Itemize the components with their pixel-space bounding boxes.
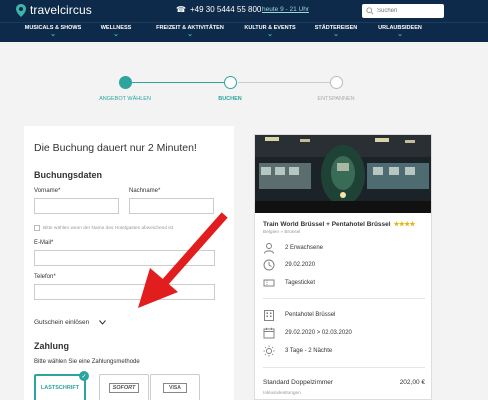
star-rating: ★★★★ xyxy=(393,221,416,228)
calendar-icon xyxy=(263,327,275,339)
date-text: 29.02.2020 xyxy=(285,262,316,268)
hotel-icon xyxy=(264,310,274,321)
stay-row: 29.02.2020 > 02.03.2020 xyxy=(263,327,352,339)
inclusive-services-label: Inklusivleistungen xyxy=(263,391,301,396)
progress-line-done xyxy=(132,82,224,83)
search-icon xyxy=(366,7,374,15)
nights-row: 3 Tage - 2 Nächte xyxy=(263,345,332,357)
top-header: travelcircus ☎ +49 30 5444 55 800 heute … xyxy=(0,0,488,22)
lastname-label: Nachname* xyxy=(129,188,161,194)
offer-location: Belgien » Brüssel xyxy=(263,230,301,235)
chevron-down-icon: ⌄ xyxy=(50,31,56,38)
booking-progress: ANGEBOT WÄHLEN BUCHEN ENTSPANNEN xyxy=(24,60,434,110)
nav-item-freizeit[interactable]: FREIZEIT & AKTIVITÄTEN ⌄ xyxy=(150,25,230,38)
payment-label: LASTSCHRIFT xyxy=(40,385,80,391)
email-label: E-Mail* xyxy=(34,240,54,246)
user-icon xyxy=(264,243,274,254)
nav-item-musicals[interactable]: MUSICALS & SHOWS ⌄ xyxy=(22,25,84,38)
payment-label: SOFORT xyxy=(108,383,140,393)
nav-item-staedtereisen[interactable]: STÄDTEREISEN ⌄ xyxy=(312,25,360,38)
booking-summary-card: Train World Brüssel + Pentahotel Brüssel… xyxy=(254,134,432,400)
train-photo xyxy=(255,135,431,213)
guests-text: 2 Erwachsene xyxy=(285,245,324,251)
payment-option-visa[interactable]: VISA xyxy=(150,374,200,400)
progress-line-pending xyxy=(238,82,330,83)
different-guest-checkbox[interactable] xyxy=(34,225,40,231)
sun-icon xyxy=(263,345,275,357)
voucher-toggle[interactable]: Gutschein einlösen xyxy=(34,319,107,326)
phone-icon: ☎ xyxy=(176,5,186,14)
step-label-entspannen: ENTSPANNEN xyxy=(317,96,355,102)
page-title: Die Buchung dauert nur 2 Minuten! xyxy=(34,142,197,154)
stay-text: 29.02.2020 > 02.03.2020 xyxy=(285,330,352,336)
logo[interactable]: travelcircus xyxy=(16,3,92,17)
nights-text: 3 Tage - 2 Nächte xyxy=(285,348,333,354)
guests-row: 2 Erwachsene xyxy=(263,242,323,254)
payment-hint: Bitte wählen Sie eine Zahlungsmethode xyxy=(34,359,140,365)
price-row: Standard Doppelzimmer 202,00 € xyxy=(263,379,425,386)
phone-label: Telefon* xyxy=(34,274,56,280)
divider xyxy=(263,367,425,368)
date-row: 29.02.2020 xyxy=(263,259,315,271)
nav-item-kultur[interactable]: KULTUR & EVENTS ⌄ xyxy=(240,25,300,38)
ticket-row: Tagesticket xyxy=(263,277,315,289)
ticket-text: Tagesticket xyxy=(285,280,316,286)
hotel-text: Pentahotel Brüssel xyxy=(285,312,336,318)
section-title-payment: Zahlung xyxy=(34,341,69,351)
logo-text: travelcircus xyxy=(30,3,92,17)
chevron-down-icon: ⌄ xyxy=(113,31,119,38)
chevron-down-icon xyxy=(99,320,107,325)
phone-number: +49 30 5444 55 800 xyxy=(189,5,262,14)
offer-title-text: Train World Brüssel + Pentahotel Brüssel xyxy=(263,220,391,228)
search-box[interactable] xyxy=(362,4,444,18)
section-title-booking: Buchungsdaten xyxy=(34,170,103,180)
clock-icon xyxy=(263,259,275,271)
firstname-label: Vorname* xyxy=(34,188,61,194)
ticket-icon xyxy=(263,279,275,287)
nav-item-wellness[interactable]: WELLNESS ⌄ xyxy=(98,25,134,38)
red-arrow-annotation xyxy=(138,212,228,308)
checkmark-icon: ✓ xyxy=(79,371,89,381)
opening-hours-link[interactable]: heute 9 - 21 Uhr xyxy=(262,6,309,13)
step-label-buchen: BUCHEN xyxy=(218,96,242,102)
chevron-down-icon: ⌄ xyxy=(187,31,193,38)
chevron-down-icon: ⌄ xyxy=(267,31,273,38)
room-price: 202,00 € xyxy=(399,379,425,386)
chevron-down-icon: ⌄ xyxy=(397,31,403,38)
hotel-row: Pentahotel Brüssel xyxy=(263,309,335,321)
location-pin-icon xyxy=(16,3,26,17)
main-nav: MUSICALS & SHOWS ⌄ WELLNESS ⌄ FREIZEIT & A… xyxy=(0,22,488,42)
step-dot-done xyxy=(119,76,132,89)
payment-option-sofort[interactable]: SOFORT xyxy=(99,374,149,400)
step-label-angebot: ANGEBOT WÄHLEN xyxy=(99,96,151,102)
payment-option-lastschrift[interactable]: LASTSCHRIFT ✓ xyxy=(34,371,89,400)
room-type: Standard Doppelzimmer xyxy=(263,379,334,386)
step-dot-pending xyxy=(330,76,343,89)
divider xyxy=(263,298,425,299)
phone-contact[interactable]: ☎ +49 30 5444 55 800 xyxy=(176,5,261,14)
voucher-label: Gutschein einlösen xyxy=(34,319,90,326)
nav-item-urlaubsideen[interactable]: URLAUBSIDEEN ⌄ xyxy=(374,25,426,38)
step-dot-active xyxy=(224,76,237,89)
payment-label: VISA xyxy=(163,383,187,393)
chevron-down-icon: ⌄ xyxy=(333,31,339,38)
firstname-field[interactable] xyxy=(34,198,119,214)
search-input[interactable] xyxy=(377,8,441,14)
offer-title: Train World Brüssel + Pentahotel Brüssel… xyxy=(263,220,416,229)
